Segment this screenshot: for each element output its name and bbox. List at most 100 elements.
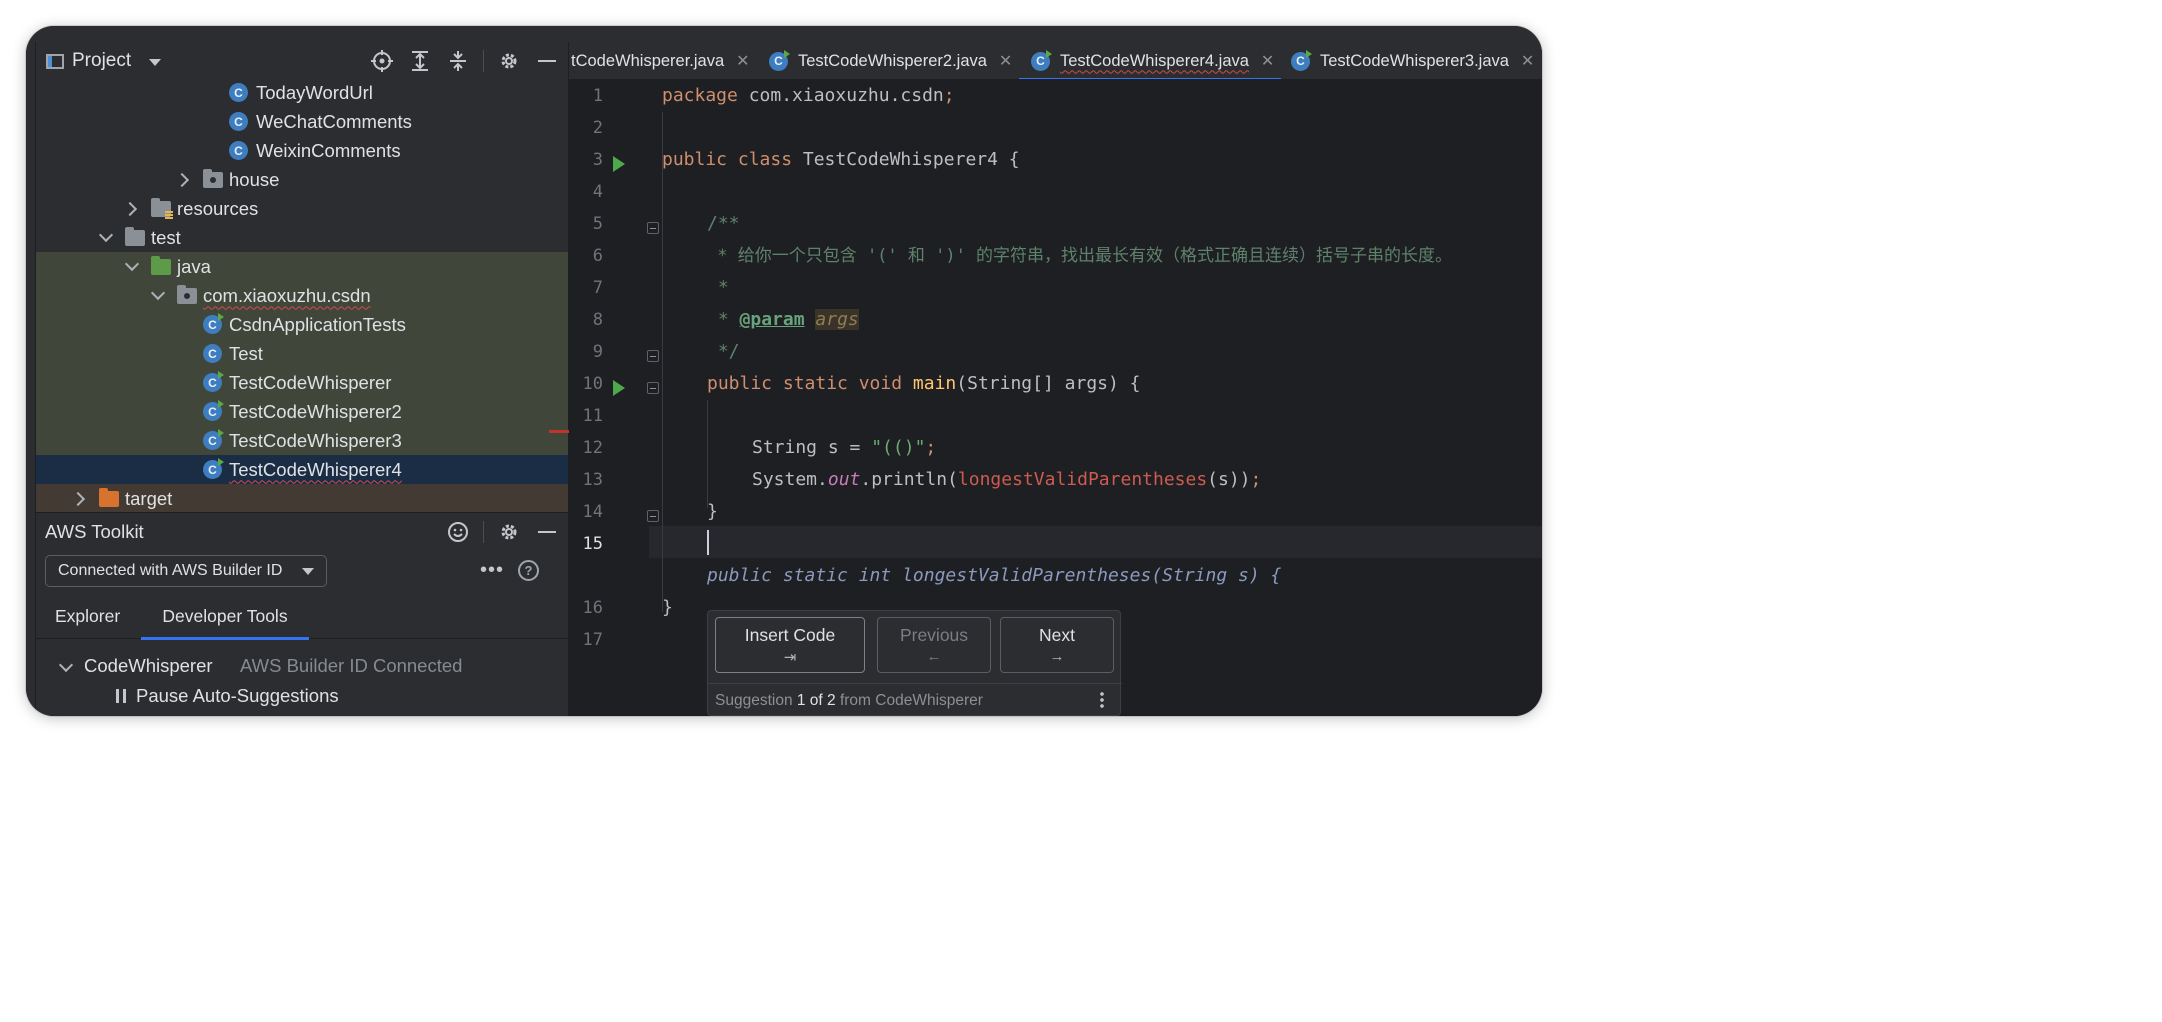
tree-item[interactable]: WeixinComments — [36, 136, 568, 165]
close-icon[interactable]: ✕ — [736, 51, 749, 71]
java-class-icon — [1291, 49, 1312, 71]
tree-item[interactable]: Test — [36, 339, 568, 368]
editor-tab-label: TestCodeWhisperer3.java — [1320, 51, 1509, 70]
fold-marker-icon[interactable] — [647, 382, 659, 394]
code-line-14: } — [707, 501, 718, 522]
tree-item[interactable]: WeChatComments — [36, 107, 568, 136]
tree-item[interactable]: TodayWordUrl — [36, 80, 568, 107]
java-class-icon — [229, 112, 248, 131]
editor-tab[interactable]: TestCodeWhisperer2.java ✕ — [769, 42, 1019, 79]
chevron-right-icon[interactable] — [178, 174, 190, 186]
line-number: 14 — [582, 502, 603, 522]
suggestion-status: Suggestion 1 of 2 from CodeWhisperer — [708, 683, 1122, 716]
line-number: 2 — [592, 118, 603, 138]
tab-explorer[interactable]: Explorer — [55, 593, 135, 639]
close-icon[interactable]: ✕ — [999, 51, 1012, 71]
line-number: 4 — [592, 182, 603, 202]
codewhisperer-label: CodeWhisperer — [84, 655, 213, 676]
run-class-icon[interactable] — [613, 156, 625, 172]
expand-all-icon[interactable] — [407, 48, 433, 74]
tree-item-label: Test — [229, 342, 263, 364]
tree-item[interactable]: TestCodeWhisperer — [36, 368, 568, 397]
feedback-smiley-icon[interactable] — [445, 519, 471, 545]
chevron-right-icon[interactable] — [126, 203, 138, 215]
arrow-right-icon: → — [1049, 648, 1065, 665]
insert-code-label: Insert Code — [744, 624, 836, 645]
more-vertical-icon[interactable] — [1100, 691, 1104, 709]
tree-item[interactable]: CsdnApplicationTests — [36, 310, 568, 339]
tree-item[interactable]: target — [36, 484, 568, 512]
editor-tab-label: tCodeWhisperer.java — [571, 51, 725, 70]
tree-item-selected[interactable]: TestCodeWhisperer4 — [36, 455, 568, 484]
close-icon[interactable]: ✕ — [1261, 51, 1274, 71]
aws-toolkit-panel: AWS Toolkit Connected with AWS Builder I… — [36, 512, 568, 716]
codewhisperer-node[interactable]: CodeWhisperer AWS Builder ID Connected — [36, 651, 568, 681]
insert-code-button[interactable]: Insert Code ⇥ — [715, 617, 865, 673]
gear-icon[interactable] — [496, 519, 522, 545]
collapse-all-icon[interactable] — [445, 48, 471, 74]
fold-marker-icon[interactable] — [647, 510, 659, 522]
tree-item[interactable]: test — [36, 223, 568, 252]
line-number: 12 — [582, 438, 603, 458]
editor-tab[interactable]: TestCodeWhisperer3.java ✕ — [1291, 42, 1542, 79]
line-number: 6 — [592, 246, 603, 266]
aws-toolkit-tabs: Explorer Developer Tools — [36, 593, 568, 640]
line-number: 16 — [582, 598, 603, 618]
tab-label: Explorer — [55, 605, 121, 626]
minimize-icon[interactable] — [534, 519, 560, 545]
fold-marker-icon[interactable] — [647, 350, 659, 362]
java-class-icon — [203, 313, 224, 334]
error-stripe-mark — [549, 430, 569, 433]
close-icon[interactable]: ✕ — [1521, 51, 1534, 71]
tab-developer-tools[interactable]: Developer Tools — [141, 593, 309, 640]
chevron-down-icon[interactable] — [149, 58, 162, 66]
suggestion-status-count: 1 of 2 — [796, 691, 836, 709]
chevron-down-icon[interactable] — [60, 661, 72, 673]
pause-auto-suggestions-label: Pause Auto-Suggestions — [136, 685, 339, 706]
code-line-6: * 给你一个只包含 '(' 和 ')' 的字符串，找出最长有效（格式正确且连续）… — [707, 246, 1453, 266]
code-line-16: } — [662, 597, 673, 618]
line-number: 10 — [582, 374, 603, 394]
tree-item-label: TestCodeWhisperer3 — [229, 429, 402, 451]
pause-auto-suggestions-item[interactable]: Pause Auto-Suggestions — [36, 681, 568, 711]
java-class-icon — [203, 400, 224, 421]
more-options-icon[interactable]: ••• — [480, 559, 504, 582]
chevron-right-icon[interactable] — [74, 493, 86, 505]
line-number: 7 — [592, 278, 603, 298]
tree-item[interactable]: TestCodeWhisperer3 — [36, 426, 568, 455]
run-main-icon[interactable] — [613, 380, 625, 396]
chevron-down-icon[interactable] — [100, 232, 112, 244]
tree-item[interactable]: house — [36, 165, 568, 194]
java-class-icon — [203, 429, 224, 450]
line-number: 13 — [582, 470, 603, 490]
java-class-icon — [229, 83, 248, 102]
tree-item[interactable]: com.xiaoxuzhu.csdn — [36, 281, 568, 310]
editor-tabs: tCodeWhisperer.java ✕ TestCodeWhisperer2… — [569, 42, 1542, 80]
fold-marker-icon[interactable] — [647, 222, 659, 234]
chevron-down-icon[interactable] — [152, 290, 164, 302]
tree-item[interactable]: resources — [36, 194, 568, 223]
code-editor[interactable]: 1 2 3 4 5 6 7 8 9 10 11 12 13 14 15 16 1… — [549, 80, 1542, 716]
pause-icon — [116, 689, 126, 703]
chevron-down-icon[interactable] — [126, 261, 138, 273]
editor-tab[interactable]: tCodeWhisperer.java ✕ — [569, 42, 752, 79]
tree-item[interactable]: TestCodeWhisperer2 — [36, 397, 568, 426]
java-class-icon — [203, 458, 224, 479]
code-line-7: * — [707, 277, 729, 298]
locate-file-icon[interactable] — [369, 48, 395, 74]
gear-icon[interactable] — [496, 48, 522, 74]
ide-window: Project C TodayWordUrl C WeChatComments … — [26, 26, 1542, 716]
tree-item-label: CsdnApplicationTests — [229, 313, 406, 335]
project-panel-title[interactable]: Project — [72, 50, 131, 72]
tree-item-label: TestCodeWhisperer2 — [229, 400, 402, 422]
connection-dropdown[interactable]: Connected with AWS Builder ID — [45, 555, 327, 587]
project-icon — [46, 53, 64, 69]
previous-button[interactable]: Previous ← — [877, 617, 991, 673]
next-button[interactable]: Next → — [1000, 617, 1114, 673]
minimize-icon[interactable] — [534, 48, 560, 74]
help-icon[interactable]: ? — [518, 560, 539, 581]
editor-pane: tCodeWhisperer.java ✕ TestCodeWhisperer2… — [549, 42, 1542, 716]
editor-tab-label: TestCodeWhisperer2.java — [798, 51, 987, 70]
tree-item[interactable]: java — [36, 252, 568, 281]
editor-tab-active[interactable]: TestCodeWhisperer4.java ✕ — [1019, 42, 1281, 79]
